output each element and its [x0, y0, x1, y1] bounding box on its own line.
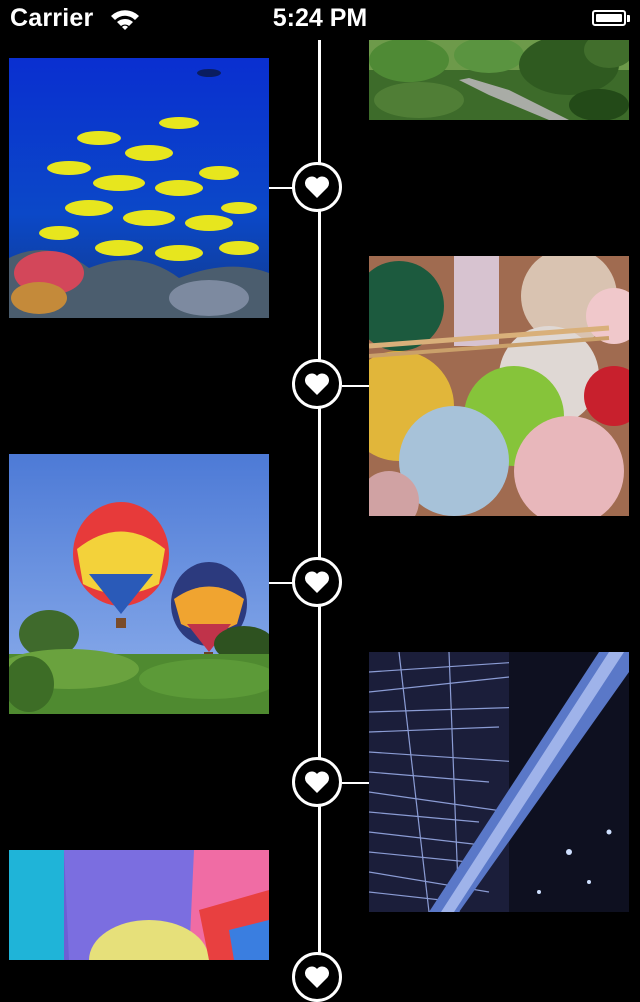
- photo-hot-air-balloons[interactable]: [9, 454, 269, 714]
- battery-icon: [592, 10, 626, 26]
- photo-road-trees[interactable]: [369, 40, 629, 120]
- timeline-heart-node-2[interactable]: [292, 359, 342, 409]
- heart-icon: [304, 373, 330, 395]
- connector-3: [268, 582, 294, 584]
- connector-2: [342, 385, 369, 387]
- heart-icon: [304, 176, 330, 198]
- photo-fiber-optics[interactable]: [369, 652, 629, 912]
- status-bar: Carrier 5:24 PM: [0, 0, 640, 40]
- battery-tip: [627, 15, 630, 22]
- heart-icon: [304, 571, 330, 593]
- heart-icon: [304, 771, 330, 793]
- timeline-heart-node-1[interactable]: [292, 162, 342, 212]
- timeline-heart-node-4[interactable]: [292, 757, 342, 807]
- connector-1: [268, 187, 294, 189]
- clock: 5:24 PM: [272, 4, 368, 32]
- photo-coral-reef[interactable]: [9, 58, 269, 318]
- heart-icon: [304, 966, 330, 988]
- photo-colorful-balloon[interactable]: [9, 850, 269, 960]
- timeline[interactable]: [0, 0, 640, 1002]
- photo-yarn-balls[interactable]: [369, 256, 629, 516]
- timeline-heart-node-3[interactable]: [292, 557, 342, 607]
- connector-4: [342, 782, 369, 784]
